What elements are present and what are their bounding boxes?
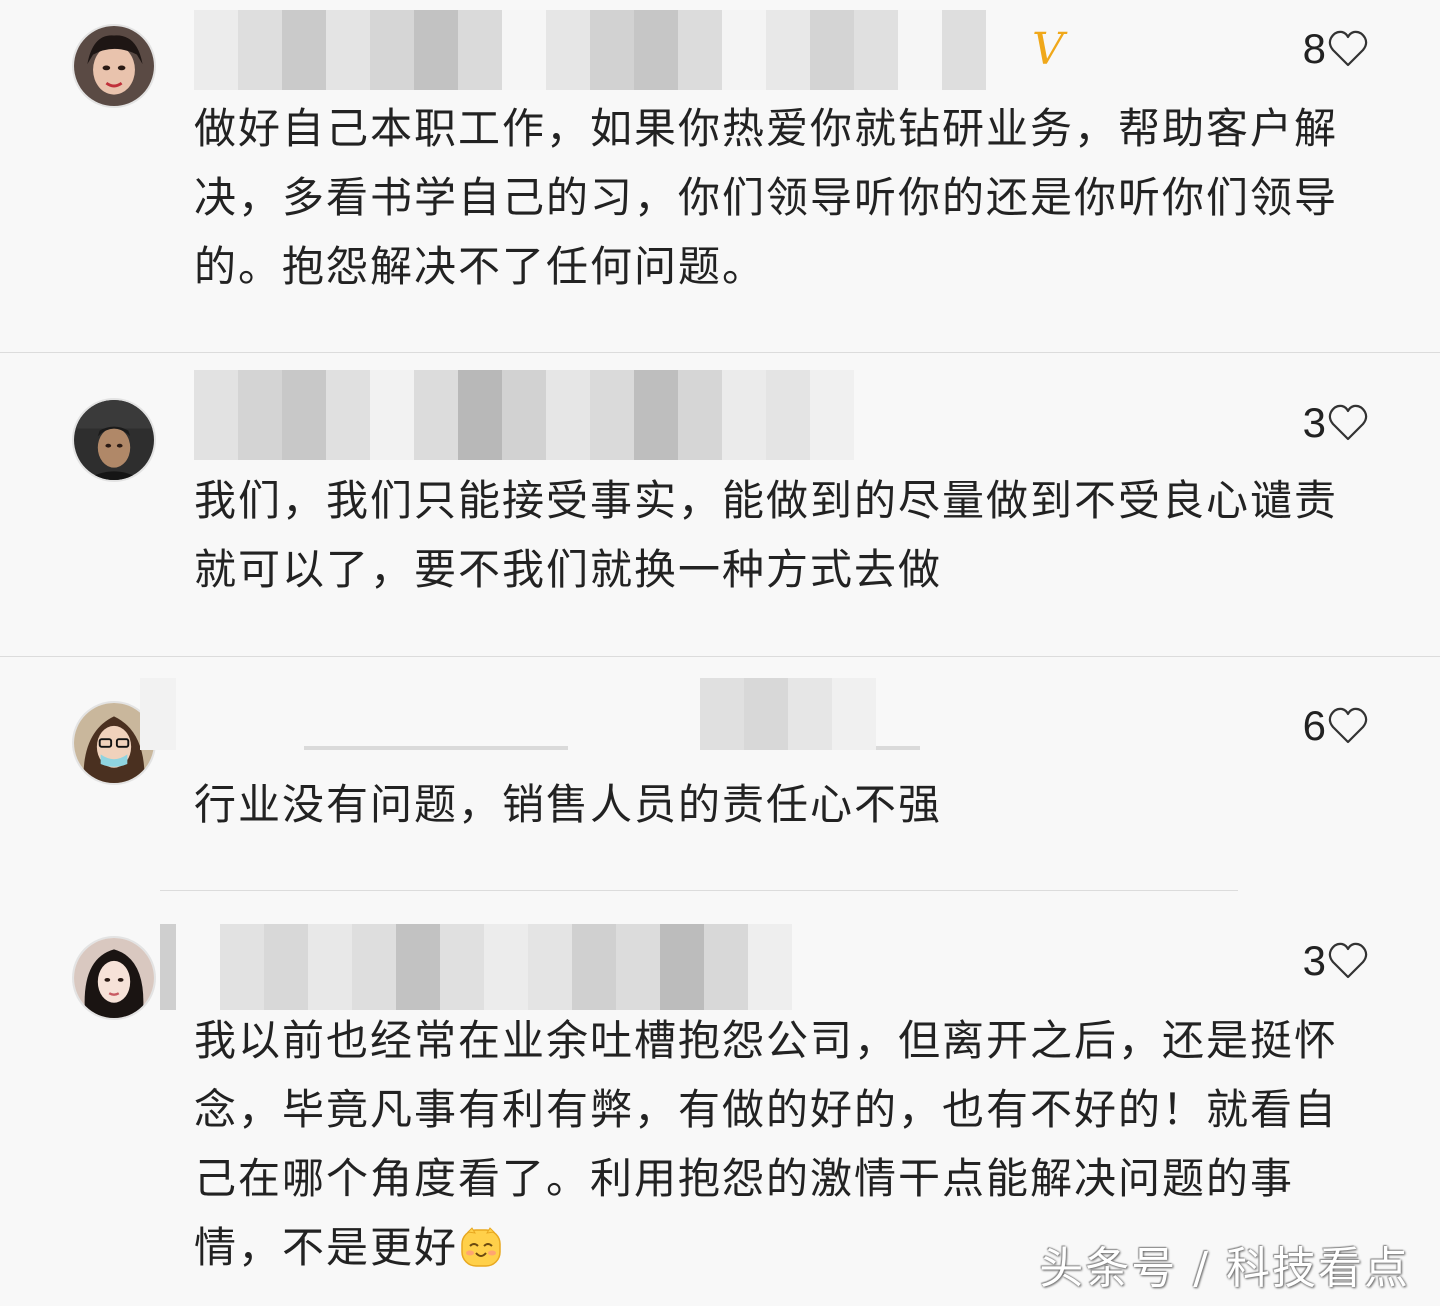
- like-count: 6: [1302, 702, 1326, 749]
- user-avatar[interactable]: [72, 936, 156, 1020]
- heart-icon: [1328, 30, 1368, 67]
- like-button[interactable]: 3: [1303, 936, 1368, 986]
- user-avatar[interactable]: [72, 398, 156, 482]
- username-blurred[interactable]: [194, 370, 854, 460]
- heart-icon: [1328, 707, 1368, 744]
- comment-text: 做好自己本职工作，如果你热爱你就钻研业务，帮助客户解决，多看书学自己的习，你们领…: [194, 104, 1339, 291]
- comment-divider: [0, 656, 1440, 657]
- comment-text: 我们，我们只能接受事实，能做到的尽量做到不受良心谴责就可以了，要不我们就换一种方…: [194, 476, 1339, 594]
- like-count: 8: [1302, 25, 1326, 72]
- avatar-image: [74, 938, 154, 1018]
- username-blurred[interactable]: [160, 924, 792, 1010]
- like-count: 3: [1302, 399, 1326, 446]
- like-count: 3: [1302, 937, 1326, 984]
- comment-divider: [160, 890, 1238, 891]
- avatar-image: [74, 400, 154, 480]
- heart-icon: [1328, 942, 1368, 979]
- heart-icon: [1328, 404, 1368, 441]
- comment-divider: [0, 352, 1440, 353]
- like-button[interactable]: 8: [1303, 24, 1368, 74]
- like-button[interactable]: 3: [1303, 398, 1368, 448]
- watermark: 头条号 / 科技看点: [1039, 1243, 1410, 1294]
- smiling-face-emoji-icon: [461, 1227, 501, 1267]
- comment-text: 行业没有问题，销售人员的责任心不强: [194, 780, 943, 829]
- like-button[interactable]: 6: [1303, 701, 1368, 751]
- user-avatar[interactable]: [72, 24, 156, 108]
- avatar-image: [74, 26, 154, 106]
- username-blurred[interactable]: [140, 678, 920, 750]
- username-blurred[interactable]: [194, 10, 986, 90]
- verified-badge-icon: V: [1032, 24, 1064, 75]
